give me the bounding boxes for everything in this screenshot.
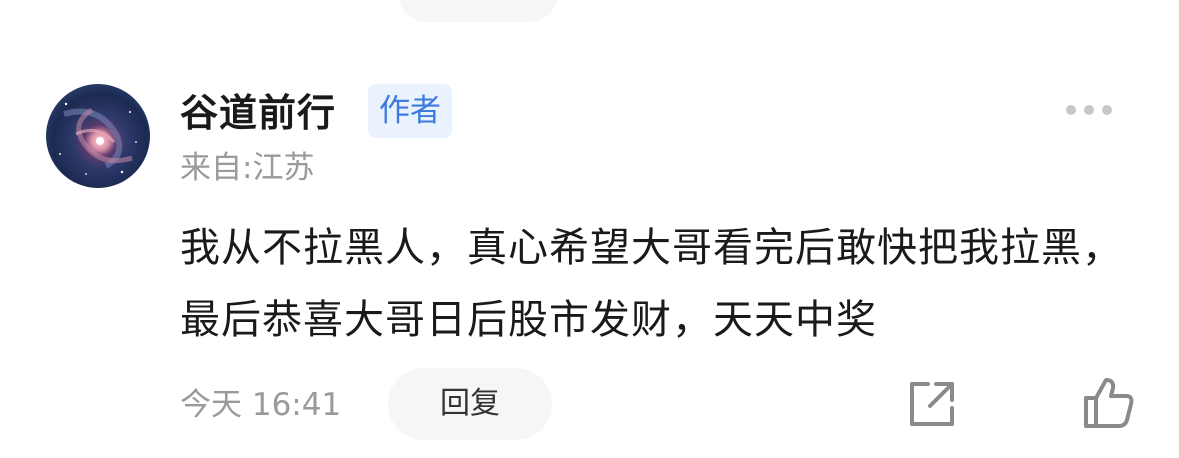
author-name[interactable]: 谷道前行 bbox=[180, 88, 336, 138]
thumbs-up-icon[interactable] bbox=[1082, 376, 1136, 430]
author-badge: 作者 bbox=[368, 84, 452, 138]
avatar[interactable] bbox=[46, 84, 150, 188]
share-external-icon[interactable] bbox=[906, 378, 958, 430]
comment-timestamp: 今天 16:41 bbox=[180, 387, 342, 423]
comment-item: 谷道前行 作者 来自:江苏 我从不拉黑人，真心希望大哥看完后敢快把我拉黑，最后恭… bbox=[0, 0, 1179, 458]
comment-list-viewport: 谷道前行 作者 来自:江苏 我从不拉黑人，真心希望大哥看完后敢快把我拉黑，最后恭… bbox=[0, 0, 1179, 458]
reply-button[interactable]: 回复 bbox=[388, 368, 552, 440]
comment-text: 我从不拉黑人，真心希望大哥看完后敢快把我拉黑，最后恭喜大哥日后股市发财，天天中奖 bbox=[180, 225, 1123, 343]
galaxy-avatar-image bbox=[59, 102, 137, 175]
author-location: 来自:江苏 bbox=[180, 150, 315, 186]
more-horizontal-icon[interactable] bbox=[1064, 98, 1114, 122]
